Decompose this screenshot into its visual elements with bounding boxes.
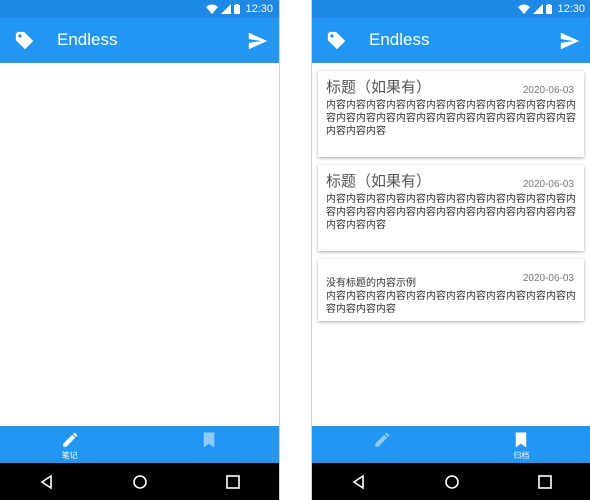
card-date: 2020-06-03 <box>522 273 574 284</box>
send-icon[interactable] <box>559 30 581 52</box>
status-icons <box>518 4 553 14</box>
recents-icon[interactable] <box>225 474 241 490</box>
phone-screen-notes: 12:30 Endless 笔记 <box>0 0 280 500</box>
pencil-icon <box>375 432 390 447</box>
card-body: 内容内容内容内容内容内容内容内容内容内容内容内容内容内容内容内容内容内容内容内容… <box>326 194 576 231</box>
nav-item-archive[interactable]: 归档 <box>452 426 590 463</box>
tag-icon[interactable] <box>14 30 36 52</box>
nav-item-notes[interactable]: 笔记 <box>0 426 140 463</box>
bookmark-icon <box>516 432 527 447</box>
wifi-icon <box>206 4 219 14</box>
note-card[interactable]: 2020-06-03 没有标题的内容示例 内容内容内容内容内容内容内容内容内容内… <box>318 259 584 321</box>
status-time: 12:30 <box>557 3 585 15</box>
battery-icon <box>546 4 553 14</box>
send-icon[interactable] <box>247 30 269 52</box>
archive-list: 标题（如果有） 2020-06-03 内容内容内容内容内容内容内容内容内容内容内… <box>312 63 590 426</box>
bottom-navigation: 归档 <box>312 426 590 463</box>
note-card[interactable]: 标题（如果有） 2020-06-03 内容内容内容内容内容内容内容内容内容内容内… <box>318 165 584 251</box>
home-icon[interactable] <box>444 474 460 490</box>
pencil-icon <box>63 432 78 447</box>
app-title: Endless <box>57 30 118 49</box>
app-toolbar: Endless <box>0 18 279 63</box>
back-icon[interactable] <box>351 474 367 490</box>
battery-icon <box>234 4 241 14</box>
status-bar: 12:30 <box>312 0 590 18</box>
card-date: 2020-06-03 <box>522 85 574 96</box>
nav-item-archive[interactable] <box>140 426 280 463</box>
card-body: 内容内容内容内容内容内容内容内容内容内容内容内容内容内容内容内容内容内容内容内容… <box>326 100 576 137</box>
status-icons <box>206 4 241 14</box>
wifi-icon <box>518 4 531 14</box>
status-bar: 12:30 <box>0 0 279 18</box>
system-navigation-bar <box>312 463 590 500</box>
recents-icon[interactable] <box>537 474 553 490</box>
system-navigation-bar <box>0 463 279 500</box>
nav-item-notes[interactable] <box>312 426 452 463</box>
app-title: Endless <box>369 30 430 49</box>
notes-empty-content <box>0 63 279 426</box>
screens-gap <box>280 0 311 500</box>
bookmark-icon <box>204 432 215 447</box>
back-icon[interactable] <box>39 474 55 490</box>
home-icon[interactable] <box>132 474 148 490</box>
note-card[interactable]: 标题（如果有） 2020-06-03 内容内容内容内容内容内容内容内容内容内容内… <box>318 71 584 157</box>
card-body: 内容内容内容内容内容内容内容内容内容内容内容内容内容内容内容内容 <box>326 291 576 315</box>
signal-icon <box>221 4 232 14</box>
signal-icon <box>533 4 544 14</box>
app-toolbar: Endless <box>312 18 590 63</box>
phone-screen-archive: 12:30 Endless 标题（如果有） 2020-06-03 内容内容内容内… <box>311 0 590 500</box>
tag-icon[interactable] <box>326 30 348 52</box>
card-date: 2020-06-03 <box>522 179 574 190</box>
nav-label-notes: 笔记 <box>61 450 78 460</box>
nav-label-archive: 归档 <box>513 450 530 460</box>
bottom-navigation: 笔记 <box>0 426 279 463</box>
status-time: 12:30 <box>245 3 273 15</box>
